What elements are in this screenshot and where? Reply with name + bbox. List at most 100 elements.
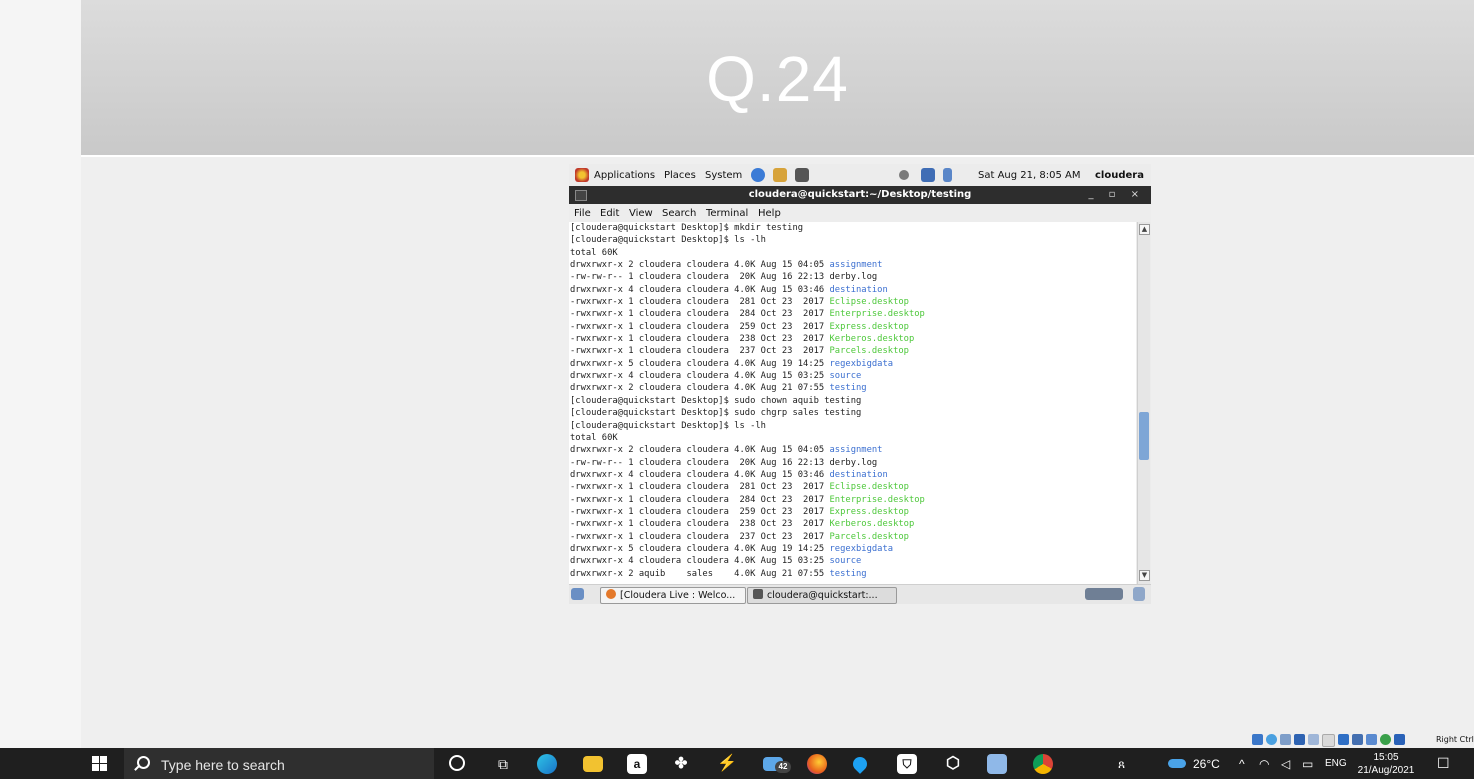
trash-icon[interactable]	[1133, 587, 1145, 601]
mouse-integration-icon	[1394, 734, 1405, 745]
terminal-line: drwxrwxr-x 2 cloudera cloudera 4.0K Aug …	[570, 382, 1136, 394]
task-cloudera-live[interactable]: [Cloudera Live : Welco...	[600, 587, 746, 604]
task-cloudera-live-label: [Cloudera Live : Welco...	[620, 590, 736, 601]
search-icon	[137, 756, 150, 769]
amazon-icon[interactable]: a	[627, 754, 647, 774]
terminal-output[interactable]: [cloudera@quickstart Desktop]$ mkdir tes…	[569, 222, 1136, 584]
terminal-line: [cloudera@quickstart Desktop]$ ls -lh	[570, 234, 1136, 246]
menu-system[interactable]: System	[705, 170, 742, 181]
menu-search[interactable]: Search	[662, 208, 696, 219]
store-icon[interactable]: ⛉	[897, 754, 917, 774]
terminal-titlebar[interactable]: cloudera@quickstart:~/Desktop/testing _ …	[569, 186, 1151, 204]
clock-date: 21/Aug/2021	[1357, 765, 1415, 776]
terminal-line-text: drwxrwxr-x 2 aquib sales 4.0K Aug 21 07:…	[570, 568, 830, 579]
edge-icon[interactable]	[537, 754, 557, 774]
show-hidden-icons-icon[interactable]: ^	[1239, 757, 1245, 771]
taskbar-clock[interactable]: 15:05 21/Aug/2021	[1356, 751, 1416, 777]
firefox-icon[interactable]	[807, 754, 827, 774]
window-controls[interactable]: _ ▫ ×	[1088, 186, 1145, 204]
terminal-scrollbar[interactable]: ▲ ▼	[1137, 222, 1150, 584]
terminal-line-text: -rw-rw-r-- 1 cloudera cloudera 20K Aug 1…	[570, 272, 878, 283]
terminal-line-text: -rwxrwxr-x 1 cloudera cloudera 281 Oct 2…	[570, 297, 830, 308]
volume-icon[interactable]	[899, 170, 909, 180]
taskbar-search-box[interactable]: Type here to search	[124, 748, 434, 779]
weather-temp[interactable]: 26°C	[1193, 757, 1220, 771]
terminal-file-name: testing	[829, 383, 867, 394]
terminal-line-text: drwxrwxr-x 4 cloudera cloudera 4.0K Aug …	[570, 284, 830, 295]
notification-icon[interactable]: ☐	[1437, 755, 1450, 772]
mail-icon[interactable]	[773, 168, 787, 182]
menu-terminal[interactable]: Terminal	[706, 208, 748, 219]
cpu-icon	[1380, 734, 1391, 745]
workspace-switcher-icon[interactable]	[1085, 588, 1123, 600]
badge-count: 42	[775, 761, 791, 773]
visual-studio-icon[interactable]: ⚡	[717, 754, 737, 774]
battery-icon[interactable]: ▭	[1302, 757, 1313, 771]
app-icon[interactable]	[987, 754, 1007, 774]
menu-view[interactable]: View	[629, 208, 653, 219]
menu-applications[interactable]: Applications	[594, 170, 655, 181]
left-margin	[0, 0, 81, 748]
browser-icon[interactable]	[751, 168, 765, 182]
banner-divider	[81, 155, 1474, 157]
battery-icon[interactable]	[943, 168, 952, 182]
weather-icon[interactable]	[1168, 759, 1186, 768]
menu-help[interactable]: Help	[758, 208, 781, 219]
terminal-line: drwxrwxr-x 2 aquib sales 4.0K Aug 21 07:…	[570, 568, 1136, 580]
network-icon[interactable]	[921, 168, 935, 182]
menu-edit[interactable]: Edit	[600, 208, 619, 219]
terminal-line-text: drwxrwxr-x 5 cloudera cloudera 4.0K Aug …	[570, 358, 830, 369]
terminal-file-name: Express.desktop	[829, 321, 909, 332]
people-icon[interactable]: ጸ	[1118, 757, 1125, 772]
terminal-line: -rw-rw-r-- 1 cloudera cloudera 20K Aug 1…	[570, 457, 1136, 469]
cortana-icon[interactable]	[449, 755, 465, 771]
terminal-line-text: drwxrwxr-x 4 cloudera cloudera 4.0K Aug …	[570, 371, 830, 382]
terminal-file-name: source	[829, 371, 862, 382]
task-view-icon[interactable]: ⧉	[493, 754, 513, 774]
terminal-file-name: regexbigdata	[829, 543, 894, 554]
scroll-thumb[interactable]	[1139, 412, 1149, 460]
virtualbox-icon[interactable]: ⬡	[943, 754, 963, 774]
chrome-icon[interactable]	[1033, 754, 1053, 774]
terminal-line: -rw-rw-r-- 1 cloudera cloudera 20K Aug 1…	[570, 271, 1136, 283]
menu-file[interactable]: File	[574, 208, 591, 219]
slide: Q.24 Applications Places System Sat Aug …	[81, 0, 1474, 748]
terminal-file-name: Enterprise.desktop	[829, 309, 925, 320]
terminal-line: total 60K	[570, 247, 1136, 259]
file-explorer-icon[interactable]	[583, 756, 603, 772]
terminal-file-name: assignment	[829, 260, 883, 271]
display-icon	[1338, 734, 1349, 745]
terminal-line: -rwxrwxr-x 1 cloudera cloudera 237 Oct 2…	[570, 531, 1136, 543]
terminal-file-name: destination	[829, 284, 888, 295]
terminal-line: total 60K	[570, 432, 1136, 444]
terminal-launcher-icon[interactable]	[795, 168, 809, 182]
terminal-line-text: -rwxrwxr-x 1 cloudera cloudera 237 Oct 2…	[570, 346, 830, 357]
video-capture-icon	[1352, 734, 1363, 745]
panel-datetime[interactable]: Sat Aug 21, 8:05 AM	[978, 170, 1080, 181]
slide-title: Q.24	[706, 43, 849, 115]
terminal-line-text: drwxrwxr-x 2 cloudera cloudera 4.0K Aug …	[570, 445, 830, 456]
language-indicator[interactable]: ENG	[1325, 758, 1347, 769]
vm-screenshot: Applications Places System Sat Aug 21, 8…	[569, 164, 1151, 604]
terminal-file-name: testing	[829, 568, 867, 579]
location-icon[interactable]	[850, 754, 870, 774]
dropbox-icon[interactable]: ✤	[671, 754, 691, 774]
task-terminal[interactable]: cloudera@quickstart:...	[747, 587, 897, 604]
panel-user[interactable]: cloudera	[1095, 170, 1144, 181]
scroll-up-icon[interactable]: ▲	[1139, 224, 1150, 235]
wifi-icon[interactable]: ◠	[1259, 757, 1269, 771]
clock-time: 15:05	[1373, 752, 1399, 763]
windows-start-icon[interactable]	[92, 756, 107, 771]
terminal-line: -rwxrwxr-x 1 cloudera cloudera 284 Oct 2…	[570, 308, 1136, 320]
terminal-file-name: regexbigdata	[829, 358, 894, 369]
menu-places[interactable]: Places	[664, 170, 696, 181]
scroll-down-icon[interactable]: ▼	[1139, 570, 1150, 581]
terminal-line-text: [cloudera@quickstart Desktop]$ ls -lh	[570, 235, 766, 246]
terminal-line: -rwxrwxr-x 1 cloudera cloudera 238 Oct 2…	[570, 518, 1136, 530]
shared-folder-icon	[1322, 734, 1335, 747]
terminal-line-text: total 60K	[570, 247, 618, 258]
show-desktop-icon[interactable]	[571, 588, 584, 600]
volume-icon[interactable]: ◁	[1281, 757, 1290, 771]
terminal-line: drwxrwxr-x 2 cloudera cloudera 4.0K Aug …	[570, 259, 1136, 271]
terminal-line-text: -rw-rw-r-- 1 cloudera cloudera 20K Aug 1…	[570, 457, 878, 468]
